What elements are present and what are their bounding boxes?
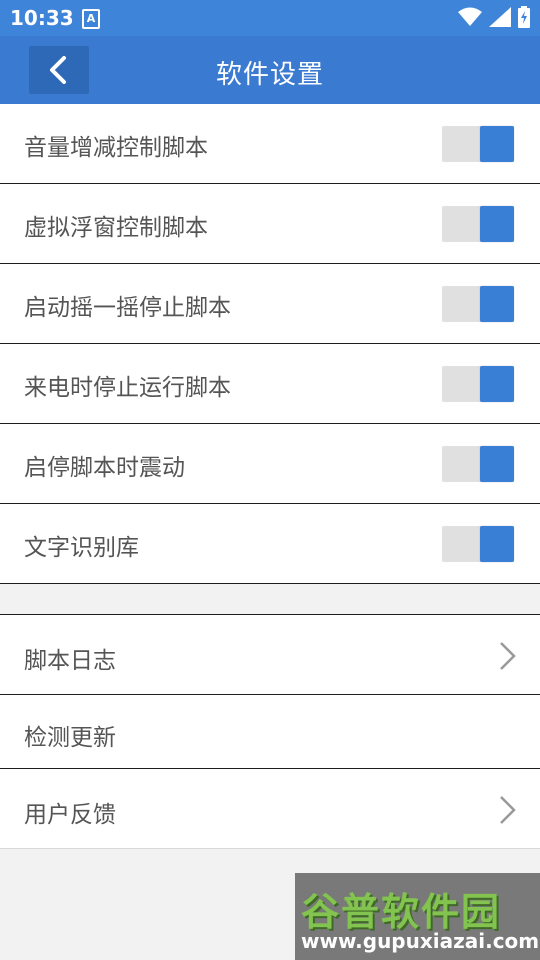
toggle-knob: [480, 526, 514, 562]
toggle-knob: [480, 366, 514, 402]
menu-item-check-update[interactable]: 检测更新: [0, 695, 540, 769]
chevron-right-icon: [500, 796, 516, 824]
toggle-knob: [480, 206, 514, 242]
toggle-knob: [480, 446, 514, 482]
setting-label: 文字识别库: [24, 535, 139, 561]
chevron-right-icon: [500, 642, 516, 670]
setting-row-vibrate: 启停脚本时震动: [0, 424, 540, 504]
watermark-url: www.gupuxiazai.com: [301, 929, 540, 953]
setting-row-volume-control: 音量增减控制脚本: [0, 104, 540, 184]
toggle-switch[interactable]: [442, 366, 514, 402]
toggle-switch[interactable]: [442, 286, 514, 322]
setting-label: 启动摇一摇停止脚本: [24, 295, 231, 321]
app-notification-icon: A: [82, 9, 100, 29]
setting-row-floating-window: 虚拟浮窗控制脚本: [0, 184, 540, 264]
setting-label: 音量增减控制脚本: [24, 135, 208, 161]
signal-icon: [488, 7, 511, 27]
toggle-knob: [480, 126, 514, 162]
menu-item-feedback[interactable]: 用户反馈: [0, 769, 540, 848]
menu-list: 脚本日志 检测更新 用户反馈: [0, 614, 540, 849]
watermark-title: 谷普软件园: [301, 890, 502, 934]
section-divider: [0, 584, 540, 614]
setting-label: 来电时停止运行脚本: [24, 375, 231, 401]
menu-item-label: 脚本日志: [24, 648, 116, 674]
setting-row-shake-stop: 启动摇一摇停止脚本: [0, 264, 540, 344]
toggle-switch[interactable]: [442, 126, 514, 162]
setting-label: 虚拟浮窗控制脚本: [24, 215, 208, 241]
app-bar: 软件设置: [0, 36, 540, 104]
menu-item-script-log[interactable]: 脚本日志: [0, 615, 540, 695]
status-icons: [456, 6, 530, 30]
wifi-icon: [457, 7, 482, 26]
toggle-switch[interactable]: [442, 526, 514, 562]
status-time: 10:33: [10, 6, 74, 30]
page-title: 软件设置: [215, 60, 324, 90]
watermark-logo: 谷普软件园 www.gupuxiazai.com: [295, 873, 540, 960]
battery-icon: [518, 6, 530, 28]
menu-item-label: 检测更新: [24, 725, 116, 751]
setting-label: 启停脚本时震动: [24, 455, 185, 481]
toggle-switch[interactable]: [442, 446, 514, 482]
status-bar: 10:33 A: [0, 0, 540, 36]
setting-row-call-stop: 来电时停止运行脚本: [0, 344, 540, 424]
toggle-switch[interactable]: [442, 206, 514, 242]
menu-item-label: 用户反馈: [24, 802, 116, 828]
toggle-settings-list: 音量增减控制脚本 虚拟浮窗控制脚本 启动摇一摇停止脚本 来电时停止运行脚本 启停…: [0, 104, 540, 584]
toggle-knob: [480, 286, 514, 322]
setting-row-ocr-library: 文字识别库: [0, 504, 540, 584]
